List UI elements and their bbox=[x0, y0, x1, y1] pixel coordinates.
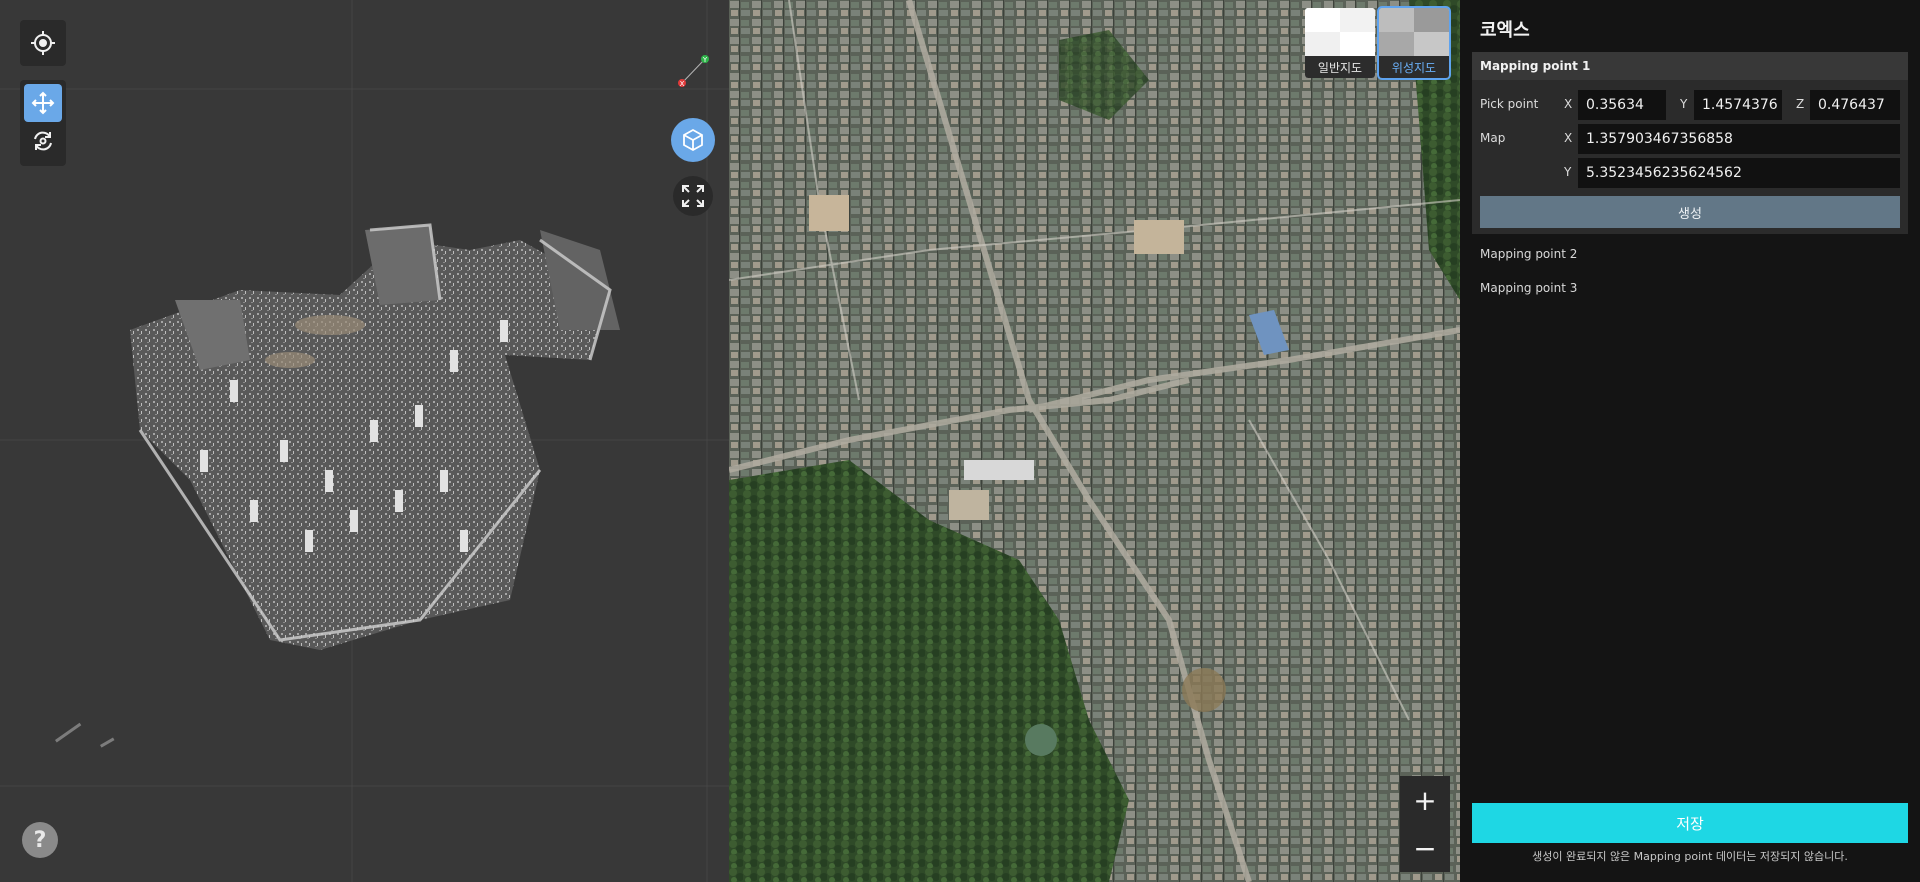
locate-tool-group bbox=[20, 20, 66, 66]
satellite-map-thumbnail bbox=[1379, 8, 1449, 56]
map-type-switcher: 일반지도 위성지도 bbox=[1305, 6, 1451, 80]
zoom-control: + − bbox=[1400, 776, 1450, 872]
axis-gizmo: Y X bbox=[678, 55, 709, 88]
pick-y-input[interactable]: 1.4574376 bbox=[1694, 90, 1782, 120]
axis-y-label: Y bbox=[702, 56, 708, 64]
save-button[interactable]: 저장 bbox=[1472, 803, 1908, 843]
generate-button[interactable]: 생성 bbox=[1480, 196, 1900, 228]
map-type-normal-label: 일반지도 bbox=[1305, 56, 1375, 78]
mapping-point-item[interactable]: Mapping point 2 bbox=[1480, 247, 1577, 261]
crosshair-icon[interactable] bbox=[24, 24, 62, 62]
rotate-icon[interactable] bbox=[24, 122, 62, 160]
map-type-satellite-label: 위성지도 bbox=[1379, 56, 1449, 78]
pick-y-label: Y bbox=[1680, 97, 1688, 111]
question-icon: ? bbox=[33, 827, 47, 853]
satellite-imagery bbox=[729, 0, 1460, 882]
zoom-out-button[interactable]: − bbox=[1400, 824, 1450, 872]
mapping-point-header[interactable]: Mapping point 1 bbox=[1472, 52, 1908, 80]
zoom-in-button[interactable]: + bbox=[1400, 776, 1450, 824]
map-type-satellite[interactable]: 위성지도 bbox=[1377, 6, 1451, 80]
cube-icon bbox=[683, 128, 703, 152]
mapping-point-card: Mapping point 1 Pick point X 0.35634 Y 1… bbox=[1472, 52, 1908, 234]
normal-map-thumbnail bbox=[1305, 8, 1375, 56]
pick-x-label: X bbox=[1564, 97, 1573, 111]
save-note: 생성이 완료되지 않은 Mapping point 데이터는 저장되지 않습니다… bbox=[1532, 850, 1848, 863]
pick-z-input[interactable]: 0.476437 bbox=[1810, 90, 1900, 120]
pick-z-label: Z bbox=[1796, 97, 1805, 111]
pick-point-label: Pick point bbox=[1480, 97, 1539, 111]
map-label: Map bbox=[1480, 131, 1506, 145]
view3d-button[interactable] bbox=[671, 118, 715, 162]
satellite-map[interactable]: 일반지도 위성지도 + − bbox=[729, 0, 1460, 882]
transform-tool-group bbox=[20, 80, 66, 166]
map-y-label: Y bbox=[1564, 165, 1572, 179]
map-x-input[interactable]: 1.357903467356858 bbox=[1578, 124, 1900, 154]
point-cloud-viewer[interactable]: Y X ? bbox=[0, 0, 729, 882]
expand-icon bbox=[682, 185, 704, 207]
map-type-normal[interactable]: 일반지도 bbox=[1305, 8, 1375, 78]
page-title: 코엑스 bbox=[1480, 20, 1530, 41]
point-cloud bbox=[55, 223, 620, 748]
map-x-label: X bbox=[1564, 131, 1573, 145]
move-arrows-icon[interactable] bbox=[24, 84, 62, 122]
pick-x-input[interactable]: 0.35634 bbox=[1578, 90, 1666, 120]
mapping-point-item[interactable]: Mapping point 3 bbox=[1480, 281, 1577, 295]
axis-x-label: X bbox=[680, 80, 685, 88]
help-button[interactable]: ? bbox=[22, 822, 58, 858]
fullscreen-button[interactable] bbox=[673, 176, 713, 216]
map-y-input[interactable]: 5.3523456235624562 bbox=[1578, 158, 1900, 188]
mapping-panel: 코엑스 Mapping point 1 Pick point X 0.35634… bbox=[1460, 0, 1920, 882]
